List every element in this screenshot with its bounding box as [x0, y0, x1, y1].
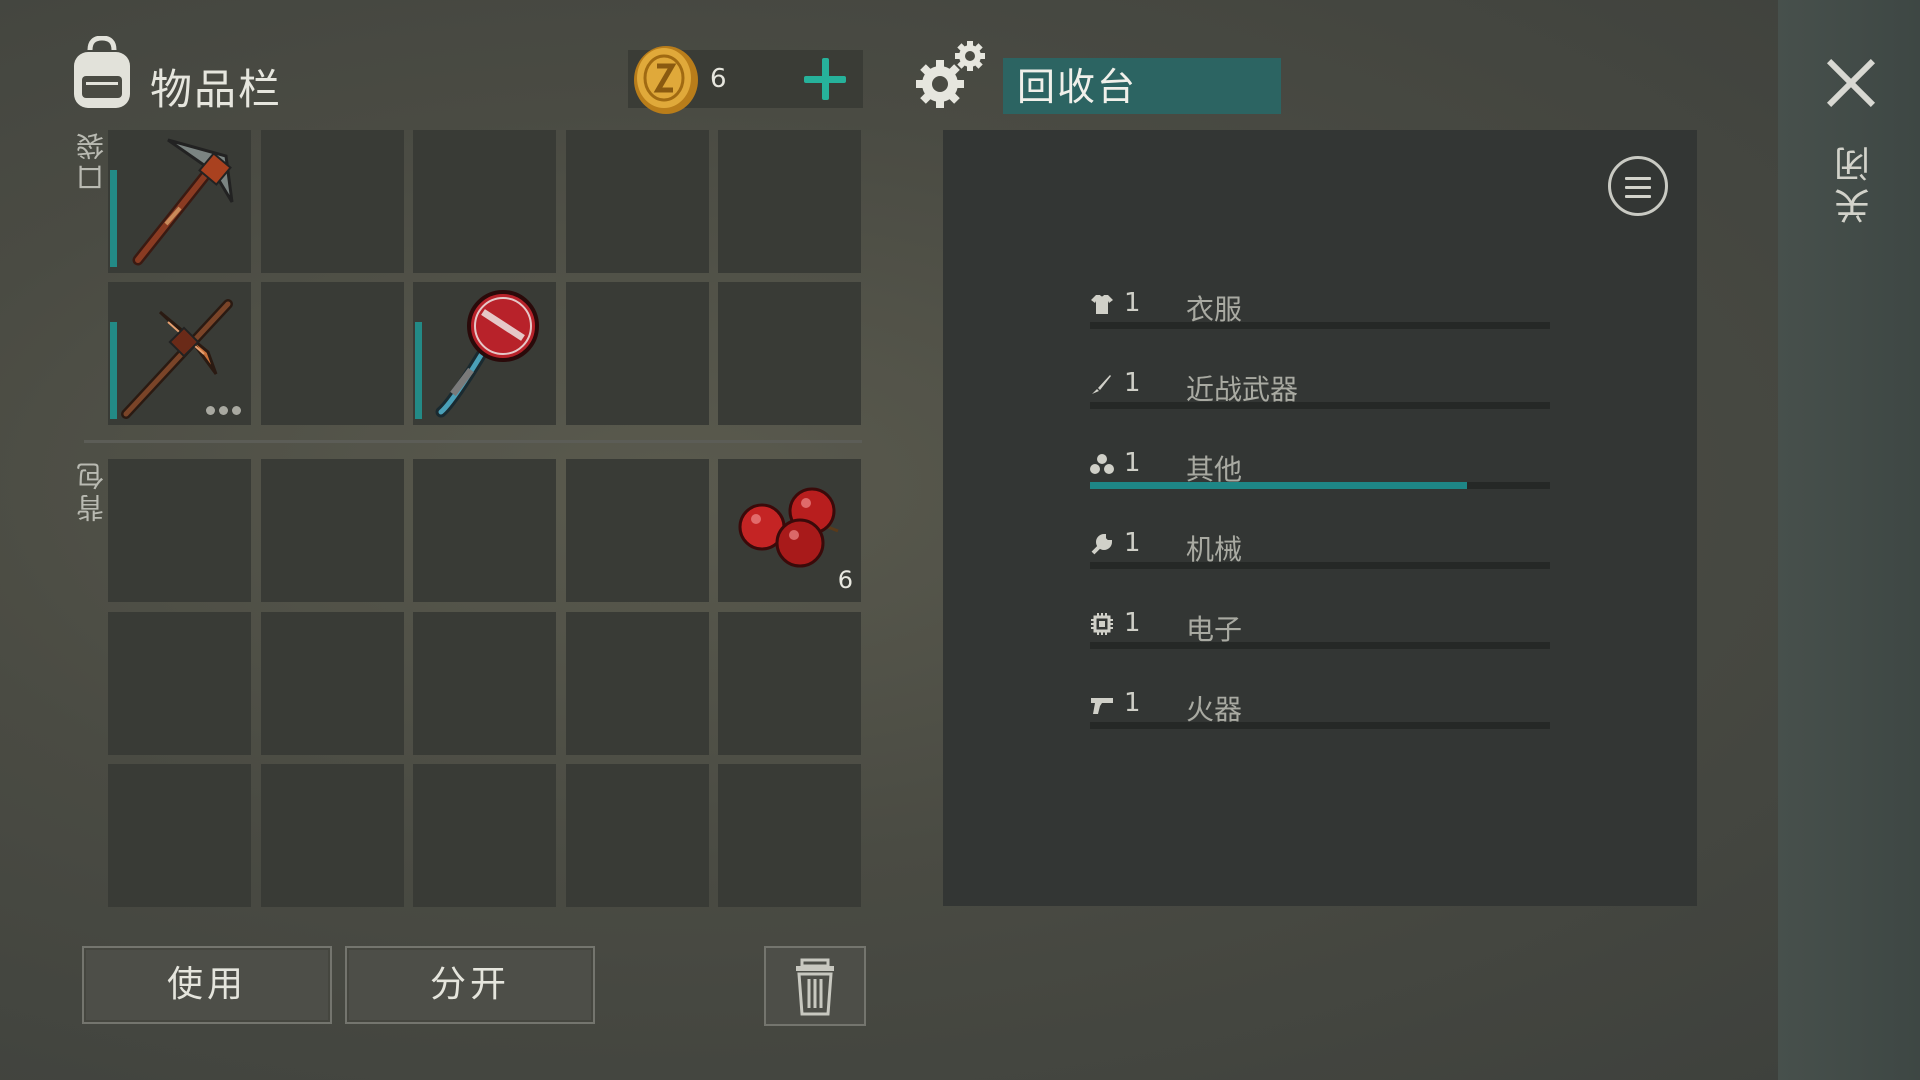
backpack-slot-14[interactable]	[566, 764, 709, 907]
pistol-icon	[1091, 698, 1113, 714]
backpack-slot-13[interactable]	[413, 764, 556, 907]
pocket-slot-7[interactable]	[261, 282, 404, 425]
category-progress	[1090, 402, 1550, 409]
category-count: 1	[1124, 528, 1141, 558]
other-icon	[1090, 454, 1114, 474]
chip-icon	[1091, 613, 1113, 635]
backpack-slot-3[interactable]	[413, 459, 556, 602]
menu-button[interactable]	[1608, 156, 1668, 216]
inventory-title: 物品栏	[150, 65, 283, 114]
category-progress	[1090, 562, 1550, 569]
trash-button[interactable]	[764, 946, 866, 1026]
pocket-label: 口袋	[75, 128, 108, 192]
category-clothing: 1 衣服	[1090, 286, 1550, 329]
backpack-slot-9[interactable]	[566, 612, 709, 755]
stop-sign-axe-icon	[435, 290, 539, 418]
category-count: 1	[1124, 368, 1141, 398]
backpack-slot-10[interactable]	[718, 612, 861, 755]
coin-count: 6	[710, 64, 727, 94]
section-divider	[84, 440, 862, 443]
backpack-slot-8[interactable]	[413, 612, 556, 755]
category-count: 1	[1124, 688, 1141, 718]
backpack-slot-12[interactable]	[261, 764, 404, 907]
category-count: 1	[1124, 288, 1141, 318]
category-count: 1	[1124, 448, 1141, 478]
gears-icon	[916, 41, 985, 108]
knife-icon	[1092, 375, 1111, 394]
pocket-slot-5[interactable]	[718, 130, 861, 273]
category-firearms: 1 火器	[1090, 686, 1550, 729]
category-progress	[1090, 642, 1550, 649]
pocket-slot-6[interactable]	[108, 282, 251, 425]
backpack-icon	[74, 36, 130, 108]
trash-icon	[796, 958, 834, 1016]
split-button[interactable]: 分开	[345, 946, 595, 1024]
pickaxe-icon	[132, 138, 234, 266]
shirt-icon	[1091, 295, 1113, 314]
backpack-slot-2[interactable]	[261, 459, 404, 602]
progress-fill	[1090, 482, 1468, 489]
category-progress	[1090, 322, 1550, 329]
pocket-slot-3[interactable]	[413, 130, 556, 273]
backpack-slot-7[interactable]	[261, 612, 404, 755]
pocket-slot-2[interactable]	[261, 130, 404, 273]
close-button[interactable]: 关闭	[1830, 140, 1882, 224]
backpack-slot-11[interactable]	[108, 764, 251, 907]
coin-icon	[634, 46, 698, 114]
recycler-panel	[943, 130, 1697, 906]
pocket-slot-8[interactable]	[413, 282, 556, 425]
close-icon[interactable]	[1826, 58, 1876, 108]
backpack-slot-6[interactable]	[108, 612, 251, 755]
more-options-icon[interactable]	[206, 406, 241, 415]
item-count: 6	[837, 566, 853, 594]
pocket-slot-9[interactable]	[566, 282, 709, 425]
category-count: 1	[1124, 608, 1141, 638]
backpack-label: 背包	[75, 458, 108, 522]
add-coins-button[interactable]	[800, 54, 850, 104]
category-progress	[1090, 482, 1550, 489]
use-button[interactable]: 使用	[82, 946, 332, 1024]
backpack-slot-4[interactable]	[566, 459, 709, 602]
wrench-icon	[1091, 533, 1113, 555]
category-electronics: 1 电子	[1090, 606, 1550, 649]
category-mechanical: 1 机械	[1090, 526, 1550, 569]
backpack-slot-15[interactable]	[718, 764, 861, 907]
category-melee: 1 近战武器	[1090, 366, 1550, 409]
recycler-title: 回收台	[1003, 58, 1281, 114]
pocket-slot-4[interactable]	[566, 130, 709, 273]
pocket-slot-1[interactable]	[108, 130, 251, 273]
category-progress	[1090, 722, 1550, 729]
crude-pickaxe-icon	[121, 299, 233, 419]
backpack-slot-5[interactable]: 6	[718, 459, 861, 602]
category-other: 1 其他	[1090, 446, 1550, 489]
pocket-slot-10[interactable]	[718, 282, 861, 425]
backpack-slot-1[interactable]	[108, 459, 251, 602]
